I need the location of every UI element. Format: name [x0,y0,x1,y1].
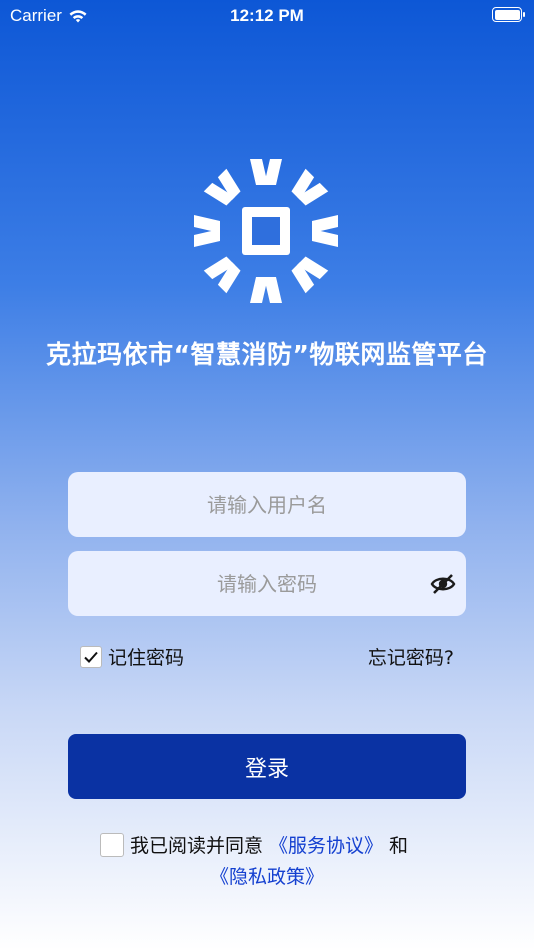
agreement-and: 和 [389,835,409,857]
login-button[interactable]: 登录 [68,734,466,799]
forgot-password-link[interactable]: 忘记密码? [368,643,454,670]
checkmark-icon [84,651,98,663]
app-title: 克拉玛依市“智慧消防”物联网监管平台 [46,340,488,369]
username-input[interactable] [68,472,466,537]
status-bar: Carrier 12:12 PM [0,0,534,32]
remember-checkbox[interactable] [80,645,102,668]
password-field-container [68,551,466,616]
fire-iot-logo-icon [194,159,338,303]
status-time: 12:12 PM [230,6,304,25]
remember-label: 记住密码 [108,647,185,669]
eye-slash-icon[interactable] [430,571,456,597]
agreement-checkbox[interactable] [100,832,124,857]
agreement-prefix: 我已阅读并同意 [130,835,264,857]
battery-icon [492,7,525,22]
privacy-policy-link[interactable]: 《隐私政策》 [0,862,534,889]
agreement-row: 我已阅读并同意 《服务协议》和 [100,831,408,858]
username-field-container [68,472,466,537]
service-agreement-link[interactable]: 《服务协议》 [269,831,383,858]
password-input[interactable] [68,551,466,616]
remember-password[interactable]: 记住密码 [80,643,184,670]
